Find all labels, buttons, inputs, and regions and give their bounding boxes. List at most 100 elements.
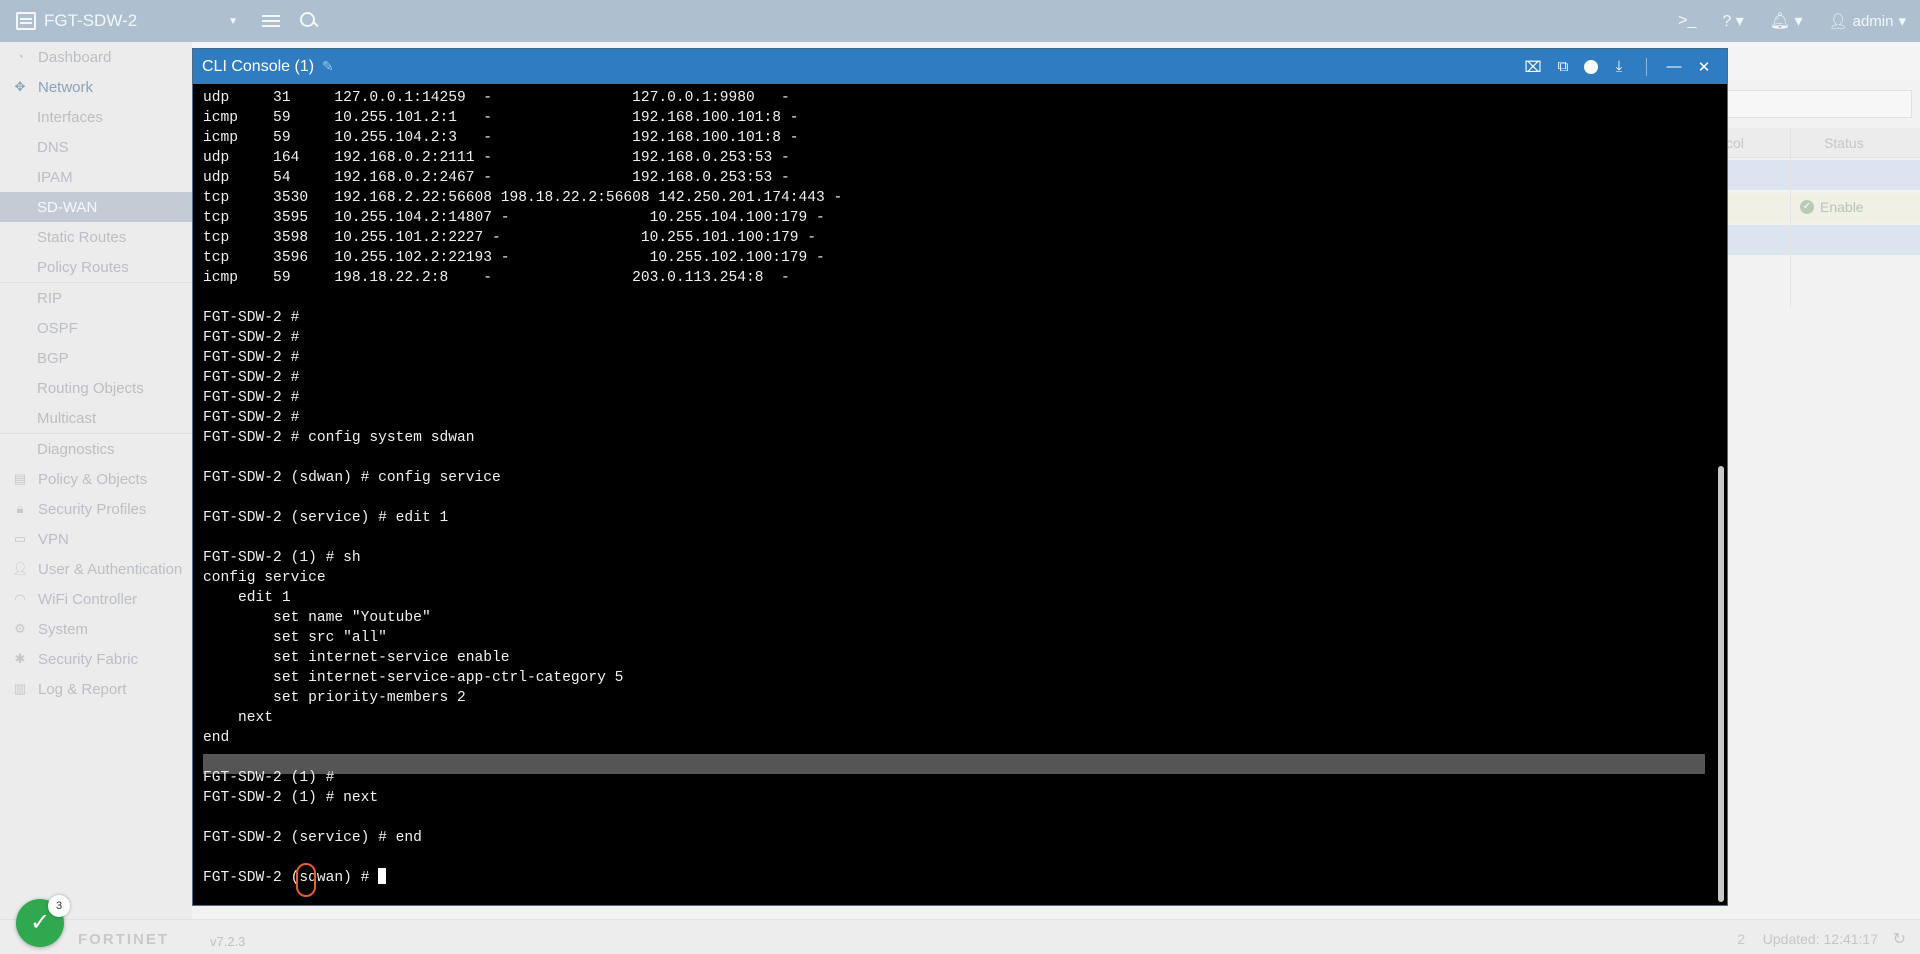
wifi-icon: ◠ <box>14 591 26 606</box>
cli-console-window: CLI Console (1) ✎ ⌧ ⧉ ⤓ — ✕ udp 31 127.0… <box>192 48 1728 906</box>
sidebar-item-diagnostics[interactable]: Diagnostics <box>0 434 192 464</box>
gear-icon: ⚙ <box>14 621 26 636</box>
sidebar-item-label: User & Authentication <box>38 560 183 578</box>
terminal-line: FGT-SDW-2 # <box>203 310 300 326</box>
divider <box>1646 57 1647 76</box>
terminal-line: edit 1 <box>203 590 291 606</box>
column-protocol[interactable]: col <box>1726 135 1744 151</box>
terminal-text: udp 31 127.0.0.1:14259 - 127.0.0.1:9980 … <box>203 88 842 888</box>
sidebar-item-interfaces[interactable]: Interfaces <box>0 102 192 132</box>
terminal-line: next <box>203 710 274 726</box>
sidebar-item-ospf[interactable]: OSPF <box>0 313 192 343</box>
terminal-line: FGT-SDW-2 (1) # <box>203 770 335 786</box>
pencil-icon[interactable]: ✎ <box>322 58 334 75</box>
sidebar-item-policy-routes[interactable]: Policy Routes <box>0 252 192 282</box>
device-name: FGT-SDW-2 <box>44 11 138 30</box>
sidebar-item-policy-objects[interactable]: ▤ Policy & Objects <box>0 464 192 494</box>
sidebar-item-label: Log & Report <box>38 680 127 698</box>
table-row[interactable] <box>1726 225 1920 255</box>
sidebar-item-label: Security Profiles <box>38 500 147 518</box>
terminal-line: set priority-members 2 <box>203 690 466 706</box>
dashboard-icon: ◔ <box>16 49 24 64</box>
sidebar-item-label: Policy & Objects <box>38 470 148 488</box>
sidebar-item-wifi-controller[interactable]: ◠ WiFi Controller <box>0 584 192 614</box>
network-icon: ✥ <box>14 79 26 94</box>
device-selector[interactable]: FGT-SDW-2 ▼ <box>0 0 250 42</box>
user-menu[interactable]: 👤︎ admin ▾ <box>1828 12 1906 31</box>
top-right-tools: >_ ? ▾ 🔔︎ ▾ 👤︎ admin ▾ <box>1678 0 1906 42</box>
sidebar-item-security-fabric[interactable]: ✱ Security Fabric <box>0 644 192 674</box>
sidebar-item-label: BGP <box>37 349 69 367</box>
sidebar-item-dns[interactable]: DNS <box>0 132 192 162</box>
sidebar-item-ipam[interactable]: IPAM <box>0 162 192 192</box>
terminal-line: tcp 3596 10.255.102.2:22193 - 10.255.102… <box>203 250 825 266</box>
table-search-input[interactable] <box>1726 90 1912 118</box>
terminal-line: tcp 3530 192.168.2.22:56608 198.18.22.2:… <box>203 190 843 206</box>
sidebar-item-user-authentication[interactable]: 👤︎ User & Authentication <box>0 554 192 584</box>
lock-icon: 🔒︎ <box>16 501 24 516</box>
sidebar-item-vpn[interactable]: ▭ VPN <box>0 524 192 554</box>
menu-icon[interactable] <box>262 12 280 30</box>
terminal-line: FGT-SDW-2 # <box>203 370 300 386</box>
user-icon: 👤︎ <box>12 561 29 576</box>
column-status[interactable]: Status <box>1824 135 1864 151</box>
record-icon[interactable] <box>1584 59 1598 74</box>
sidebar-item-label: SD-WAN <box>37 198 98 216</box>
sidebar-item-multicast[interactable]: Multicast <box>0 403 192 433</box>
copy-icon[interactable]: ⧉ <box>1554 58 1572 76</box>
sidebar-item-security-profiles[interactable]: 🔒︎ Security Profiles <box>0 494 192 524</box>
help-icon[interactable]: ? ▾ <box>1722 11 1743 31</box>
sidebar-item-static-routes[interactable]: Static Routes <box>0 222 192 252</box>
sidebar-item-network[interactable]: ✥ Network <box>0 72 192 102</box>
sidebar-item-system[interactable]: ⚙ System <box>0 614 192 644</box>
download-icon[interactable]: ⤓ <box>1610 58 1628 76</box>
terminal-line: icmp 59 10.255.104.2:3 - 192.168.100.101… <box>203 130 799 146</box>
bell-icon[interactable]: 🔔︎ ▾ <box>1770 11 1803 31</box>
sidebar-item-label: System <box>38 620 89 638</box>
status-text: Enable <box>1820 199 1864 215</box>
chart-icon: ▥ <box>13 681 27 696</box>
console-output[interactable]: udp 31 127.0.0.1:14259 - 127.0.0.1:9980 … <box>193 84 1727 905</box>
terminal-line: config service <box>203 570 326 586</box>
sidebar-item-rip[interactable]: RIP <box>0 283 192 313</box>
updated-timestamp: Updated: 12:41:17 <box>1762 931 1878 947</box>
console-title-bar[interactable]: CLI Console (1) ✎ <box>193 49 1727 84</box>
scrollbar[interactable] <box>1718 466 1724 902</box>
terminal-line: tcp 3595 10.255.104.2:14807 - 10.255.104… <box>203 210 825 226</box>
terminal-line: FGT-SDW-2 # <box>203 390 300 406</box>
sidebar-item-routing-objects[interactable]: Routing Objects <box>0 373 192 403</box>
terminal-line: tcp 3598 10.255.101.2:2227 - 10.255.101.… <box>203 230 817 246</box>
sidebar-item-label: VPN <box>38 530 69 548</box>
sidebar-item-label: Security Fabric <box>38 650 139 668</box>
sidebar-item-bgp[interactable]: BGP <box>0 343 192 373</box>
sidebar-item-label: DNS <box>37 138 69 156</box>
terminal-line: FGT-SDW-2 # config system sdwan <box>203 430 475 446</box>
cli-console-icon[interactable]: >_ <box>1678 12 1696 30</box>
terminal-line: FGT-SDW-2 (sdwan) # config service <box>203 470 501 486</box>
sidebar-item-sd-wan[interactable]: SD-WAN <box>0 192 192 222</box>
terminal-line: FGT-SDW-2 # <box>203 330 300 346</box>
sidebar-item-dashboard[interactable]: ◔ Dashboard <box>0 42 192 72</box>
clear-console-icon[interactable]: ⌧ <box>1524 58 1542 76</box>
sidebar-item-label: Diagnostics <box>37 440 115 458</box>
sidebar-item-log-report[interactable]: ▥ Log & Report <box>0 674 192 704</box>
terminal-line: FGT-SDW-2 (service) # edit 1 <box>203 510 449 526</box>
version-label: v7.2.3 <box>210 934 246 949</box>
minimize-icon[interactable]: — <box>1665 58 1683 76</box>
sidebar-item-label: Routing Objects <box>37 379 144 397</box>
terminal-line: udp 164 192.168.0.2:2111 - 192.168.0.253… <box>203 150 790 166</box>
refresh-icon[interactable]: ↻ <box>1893 929 1906 949</box>
terminal-line: FGT-SDW-2 # <box>203 410 300 426</box>
fortinet-logo: FORTINET <box>78 931 169 948</box>
search-icon[interactable] <box>300 12 318 30</box>
close-icon[interactable]: ✕ <box>1695 58 1713 76</box>
prompt-text: FGT-SDW-2 (sdwan) # <box>203 870 379 886</box>
user-icon: 👤︎ <box>1828 13 1848 30</box>
table-row[interactable] <box>1726 160 1920 190</box>
device-icon <box>16 12 36 30</box>
